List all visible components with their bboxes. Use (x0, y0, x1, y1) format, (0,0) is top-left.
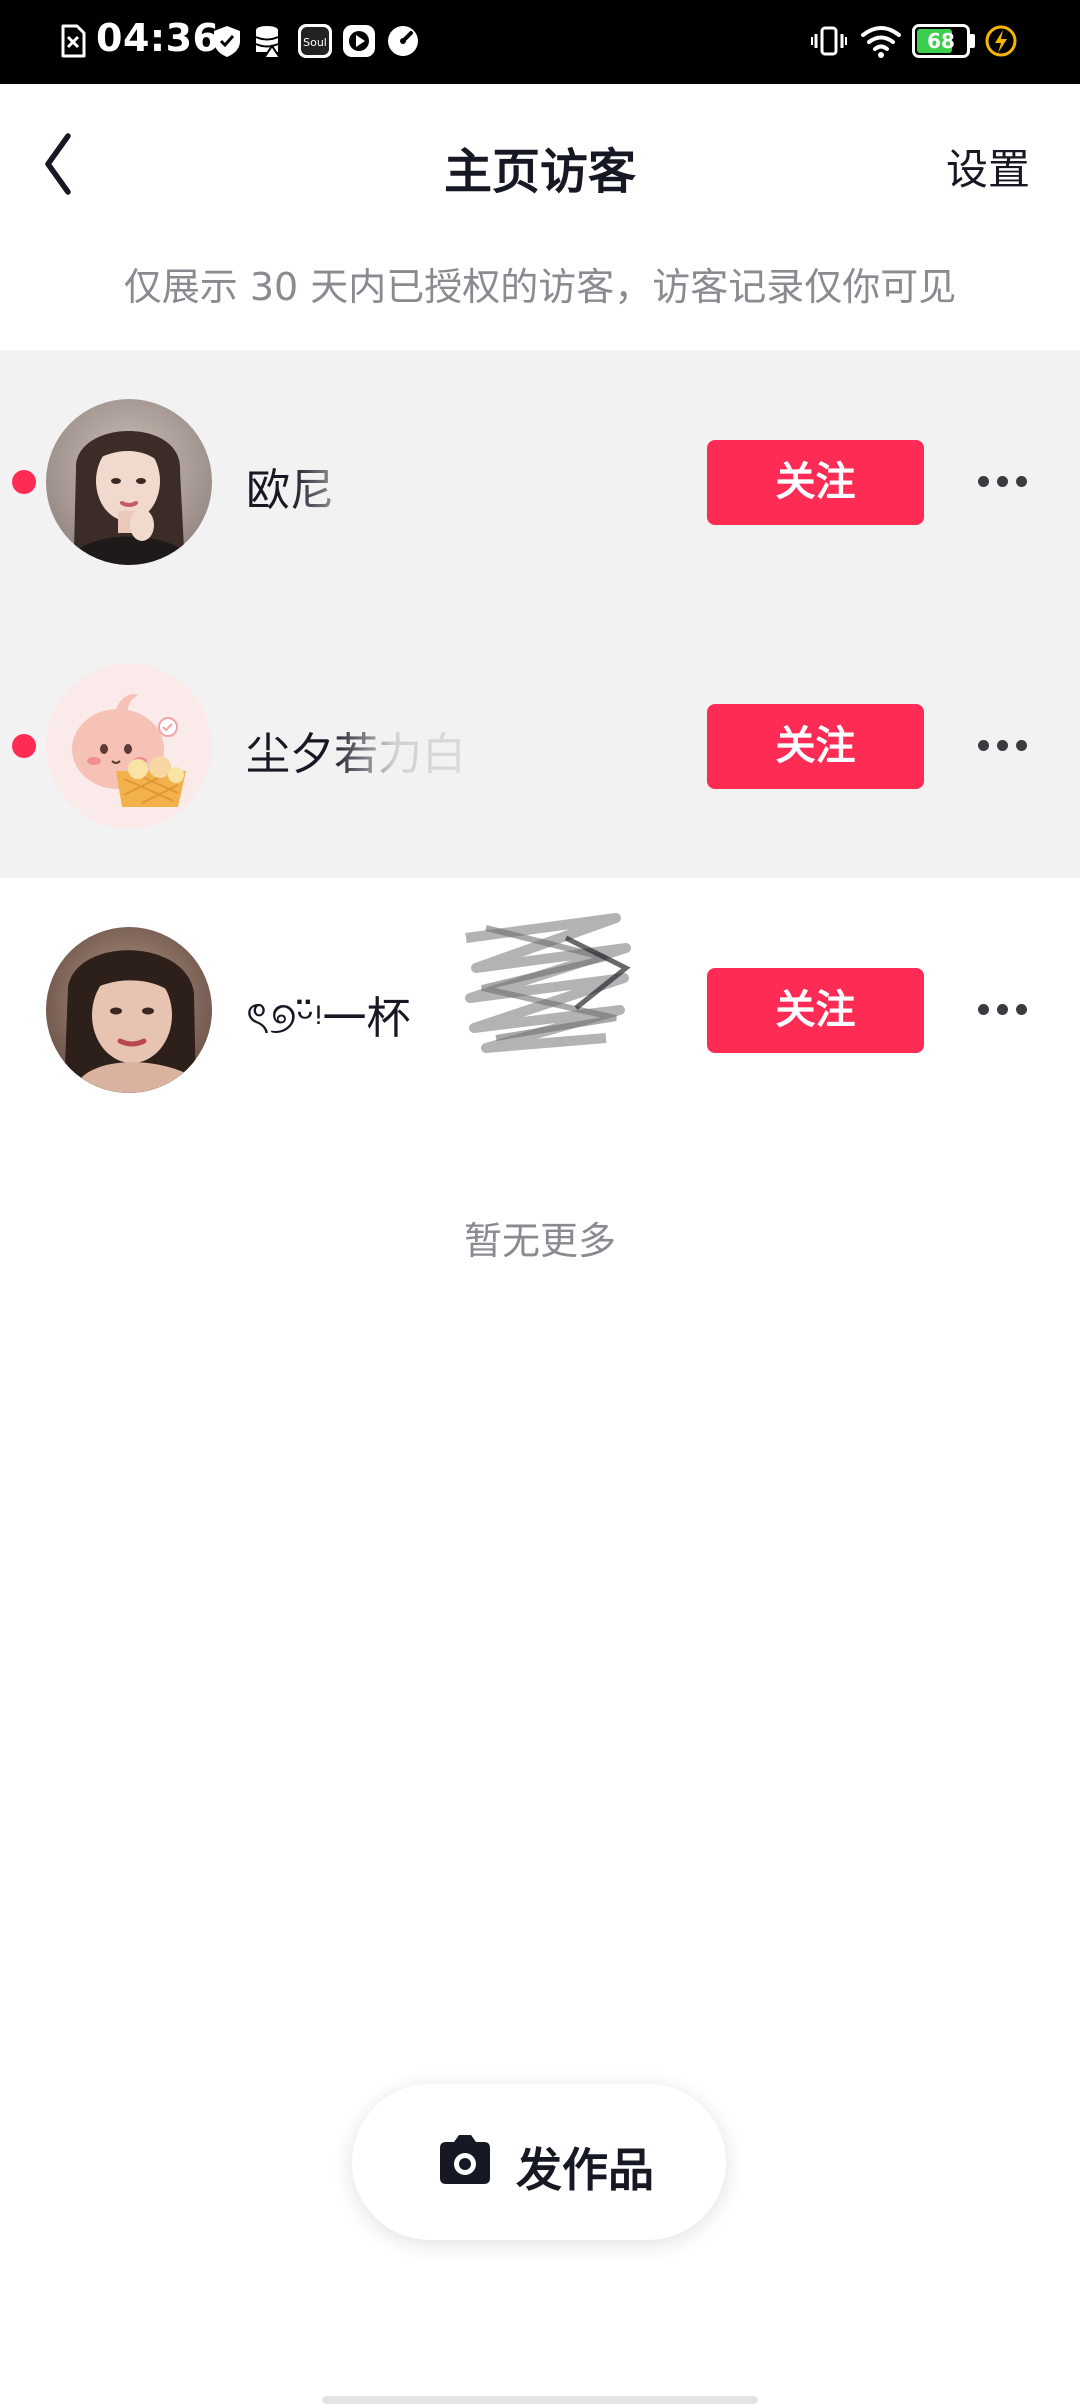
visitor-name[interactable]: ৎ୭ᵕ̈ᵎ一杯 (246, 982, 411, 1058)
more-options-button[interactable] (970, 722, 1034, 770)
play-icon (343, 25, 375, 57)
follow-button[interactable]: 关注 (707, 968, 924, 1053)
speed-icon (388, 26, 418, 56)
soul-app-icon: Soul (298, 24, 332, 58)
name-redaction-scribble (465, 913, 631, 1053)
post-work-button[interactable]: 发作品 (352, 2084, 726, 2240)
more-options-button[interactable] (970, 458, 1034, 506)
charging-icon (985, 25, 1017, 57)
avatar[interactable] (46, 663, 212, 829)
more-dot (1016, 740, 1027, 751)
visitor-row[interactable]: ৎ୭ᵕ̈ᵎ一杯 关注 (0, 878, 1080, 1142)
more-dot (978, 1004, 989, 1015)
more-dot (997, 740, 1008, 751)
avatar[interactable] (46, 399, 212, 565)
visitor-row[interactable]: 欧尼 关注 (0, 350, 1080, 614)
name-redaction (330, 700, 490, 790)
follow-button[interactable]: 关注 (707, 704, 924, 789)
avatar[interactable] (46, 927, 212, 1093)
database-icon (255, 26, 282, 59)
more-options-button[interactable] (970, 986, 1034, 1034)
wifi-icon (861, 26, 901, 58)
settings-button[interactable]: 设置 (946, 136, 1030, 197)
more-dot (978, 476, 989, 487)
more-dot (997, 1004, 1008, 1015)
camera-icon (440, 2135, 490, 2184)
more-dot (997, 476, 1008, 487)
follow-button[interactable]: 关注 (707, 440, 924, 525)
navigation-header: 主页访客 设置 (0, 84, 1080, 240)
status-time: 04:36 (96, 16, 220, 60)
post-work-label: 发作品 (516, 2143, 654, 2197)
privacy-notice: 仅展示 30 天内已授权的访客，访客记录仅你可见 (123, 265, 957, 309)
battery-tip (970, 34, 975, 48)
page-title: 主页访客 (443, 144, 636, 200)
visitor-list: 欧尼 关注 (0, 350, 1080, 1142)
vibrate-icon (811, 26, 847, 56)
more-dot (978, 740, 989, 751)
home-indicator[interactable] (322, 2396, 758, 2404)
no-more-text: 暂无更多 (463, 1219, 616, 1263)
name-redaction (290, 436, 460, 526)
shield-icon (214, 26, 240, 57)
svg-text:Soul: Soul (303, 36, 327, 49)
status-bar: 04:36 Soul 68 (0, 0, 1080, 84)
battery-level: 68 (927, 29, 955, 53)
battery-icon: 68 (912, 24, 970, 58)
sim-error-icon (61, 24, 86, 58)
more-dot (1016, 1004, 1027, 1015)
visitors-screen: 04:36 Soul 68 主页访客 设置 仅展示 30 天内已授权的访客，访客… (0, 0, 1080, 2408)
unread-dot (12, 734, 36, 758)
visitor-row[interactable]: 尘夕若力白 关注 (0, 614, 1080, 878)
unread-dot (12, 470, 36, 494)
more-dot (1016, 476, 1027, 487)
